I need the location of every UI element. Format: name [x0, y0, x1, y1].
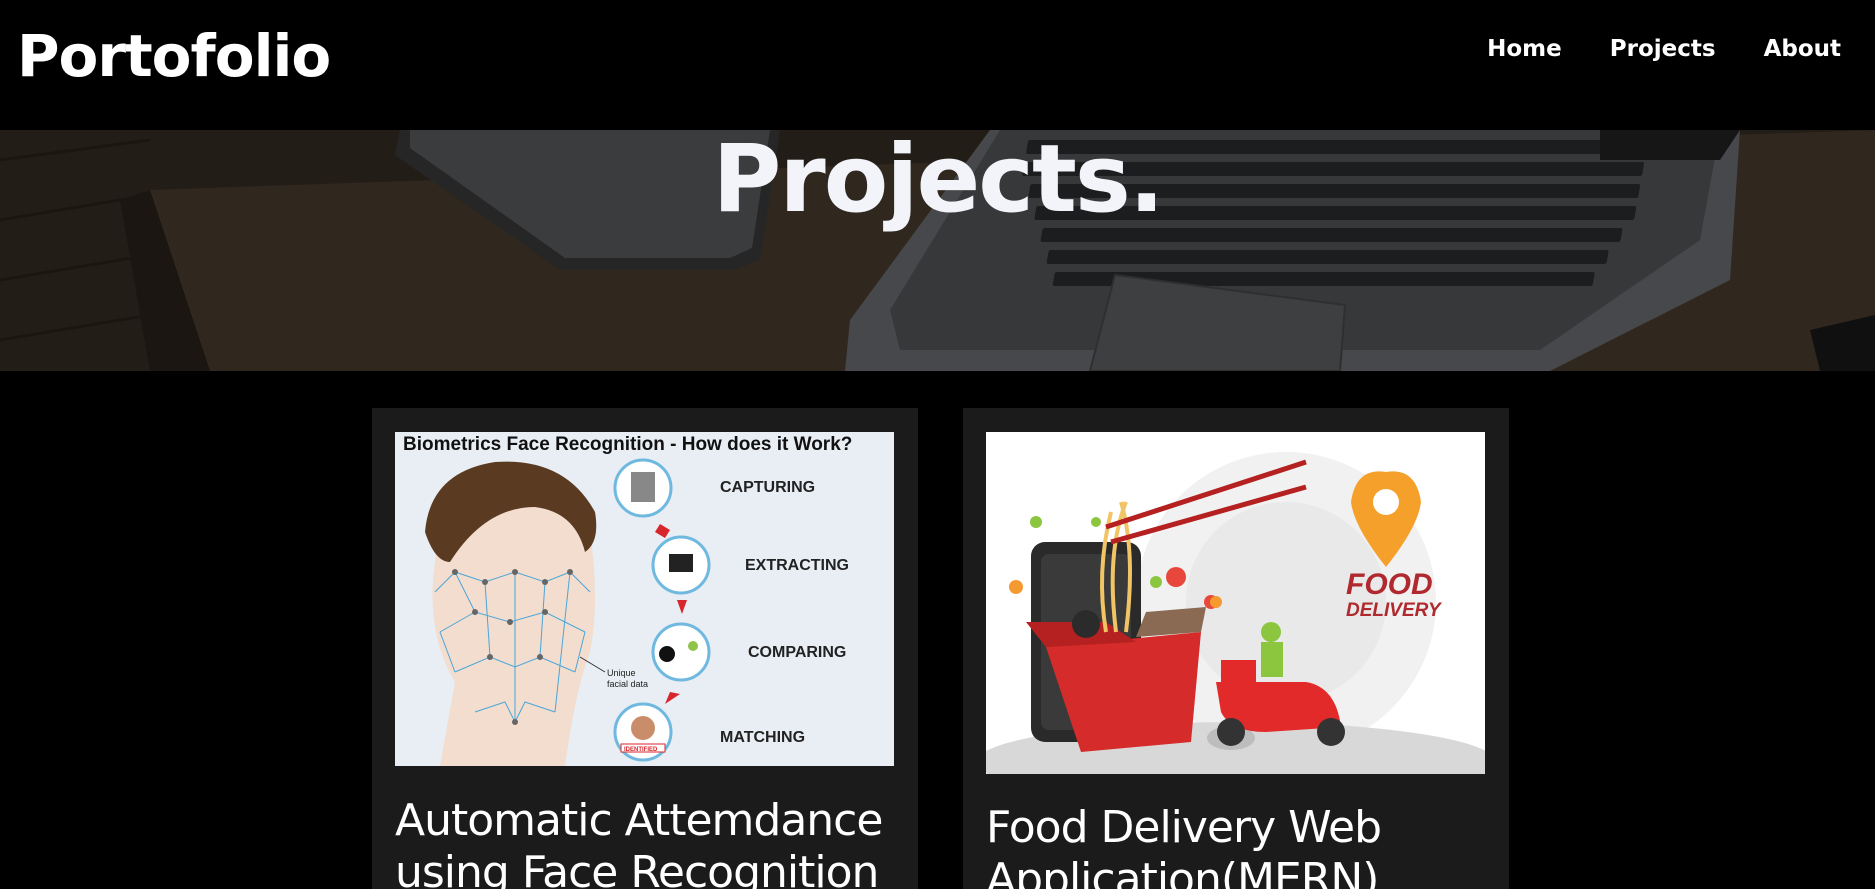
identified-stamp: IDENTIFIED [624, 747, 658, 753]
navbar: Portofolio Home Projects About [0, 0, 1875, 130]
project-title-face-recognition[interactable]: Automatic Attemdance using Face Recognit… [395, 795, 883, 889]
step-matching: MATCHING [720, 729, 805, 746]
food-brand-line2: DELIVERY [1346, 600, 1443, 621]
food-delivery-illustration: FOOD DELIVERY [986, 432, 1485, 774]
project-title-line1: Automatic Attemdance [395, 795, 883, 846]
step-extracting: EXTRACTING [745, 557, 849, 574]
face-recognition-illustration: Biometrics Face Recognition - How does i… [395, 432, 894, 766]
step-capturing: CAPTURING [720, 479, 815, 496]
nav-link-about[interactable]: About [1764, 36, 1841, 68]
nav-link-projects[interactable]: Projects [1610, 36, 1716, 68]
annotation-line2: facial data [607, 679, 648, 689]
hero-banner: Projects. [0, 130, 1875, 371]
illustration-heading: Biometrics Face Recognition - How does i… [403, 434, 852, 455]
step-comparing: COMPARING [748, 644, 846, 661]
project-card-face-recognition[interactable]: Biometrics Face Recognition - How does i… [372, 408, 918, 889]
project-card-food-delivery[interactable]: FOOD DELIVERY Food Delivery Web Applicat… [963, 408, 1509, 889]
project-title-line2: using Face Recognition [395, 847, 879, 889]
project-image-face-recognition: Biometrics Face Recognition - How does i… [395, 432, 894, 766]
site-brand[interactable]: Portofolio [17, 22, 331, 90]
annotation-line1: Unique [607, 668, 636, 678]
project-title-food-delivery[interactable]: Food Delivery Web Application(MERN) [986, 802, 1382, 889]
page-title: Projects. [712, 130, 1164, 234]
project-image-food-delivery: FOOD DELIVERY [986, 432, 1485, 774]
project-title-line1: Food Delivery Web [986, 802, 1382, 853]
nav-link-home[interactable]: Home [1487, 36, 1562, 68]
main-nav: Home Projects About [1487, 36, 1875, 68]
food-brand-line1: FOOD [1346, 568, 1433, 601]
project-title-line2: Application(MERN) [986, 854, 1379, 889]
